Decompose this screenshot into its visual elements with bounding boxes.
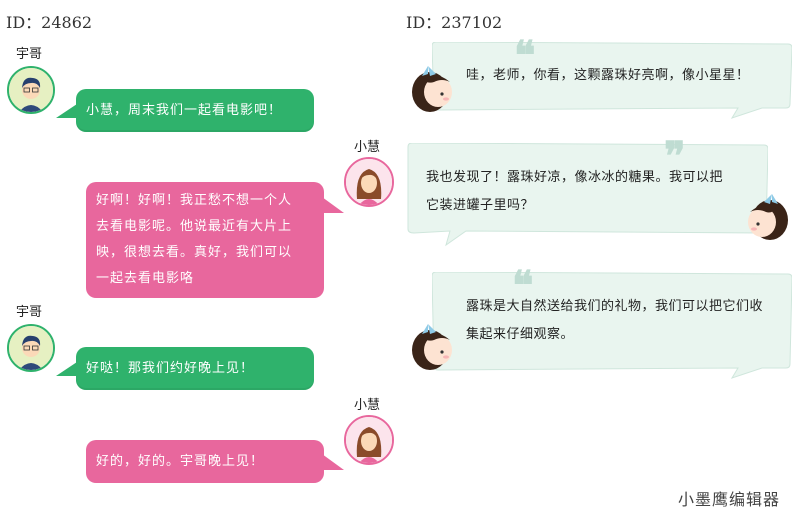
card-text: 露珠是大自然送给我们的礼物，我们可以把它们收	[466, 299, 764, 314]
bubble-tail	[322, 454, 344, 470]
dialog-card: ❝ 露珠是大自然送给我们的礼物，我们可以把它们收 集起来仔细观察。	[432, 266, 792, 382]
girl-avatar-icon	[344, 415, 394, 465]
cartoon-girl-icon	[406, 58, 462, 122]
bubble-tail	[322, 197, 344, 213]
message-text: 好的，好的。宇哥晚上见！	[96, 454, 265, 469]
message-text: 好哒！那我们约好晚上见！	[86, 361, 255, 376]
message-text: 映，很想去看。真好，我们可以	[96, 245, 293, 260]
right-id-label: ID：237102	[406, 13, 503, 32]
chat-bubble: 好啊！好啊！我正愁不想一个人 去看电影呢。他说最近有大片上 映，很想去看。真好，…	[86, 182, 324, 298]
message-text: 小慧，周末我们一起看电影吧！	[86, 103, 283, 118]
left-id-label: ID：24862	[6, 13, 93, 32]
girl-avatar-icon	[344, 157, 394, 207]
cartoon-girl-icon	[406, 316, 462, 380]
card-text: 它装进罐子里吗？	[426, 198, 535, 213]
message-text: 一起去看电影咯	[96, 271, 195, 286]
message-text: 去看电影呢。他说最近有大片上	[96, 219, 293, 234]
chat-bubble: 好哒！那我们约好晚上见！	[76, 347, 314, 390]
speaker-name: 宇哥	[16, 305, 43, 320]
card-text: 我也发现了！露珠好凉，像冰冰的糖果。我可以把	[426, 170, 724, 185]
message-text: 好啊！好啊！我正愁不想一个人	[96, 193, 293, 208]
editor-watermark: 小墨鹰编辑器	[677, 490, 780, 509]
chat-bubble: 小慧，周末我们一起看电影吧！	[76, 89, 314, 132]
dialog-card: ❝ 哇，老师，你看，这颗露珠好亮啊，像小星星！	[432, 36, 792, 122]
dialog-card: ❞ 我也发现了！露珠好凉，像冰冰的糖果。我可以把 它装进罐子里吗？	[406, 137, 768, 247]
chat-bubble: 好的，好的。宇哥晚上见！	[86, 440, 324, 483]
cartoon-girl-icon	[738, 188, 794, 252]
speaker-name: 宇哥	[16, 47, 43, 62]
boy-avatar-icon	[7, 324, 55, 372]
speaker-name: 小慧	[354, 140, 381, 155]
boy-avatar-icon	[7, 66, 55, 114]
card-text: 哇，老师，你看，这颗露珠好亮啊，像小星星！	[466, 68, 750, 83]
card-text: 集起来仔细观察。	[466, 327, 575, 342]
speaker-name: 小慧	[354, 398, 381, 413]
